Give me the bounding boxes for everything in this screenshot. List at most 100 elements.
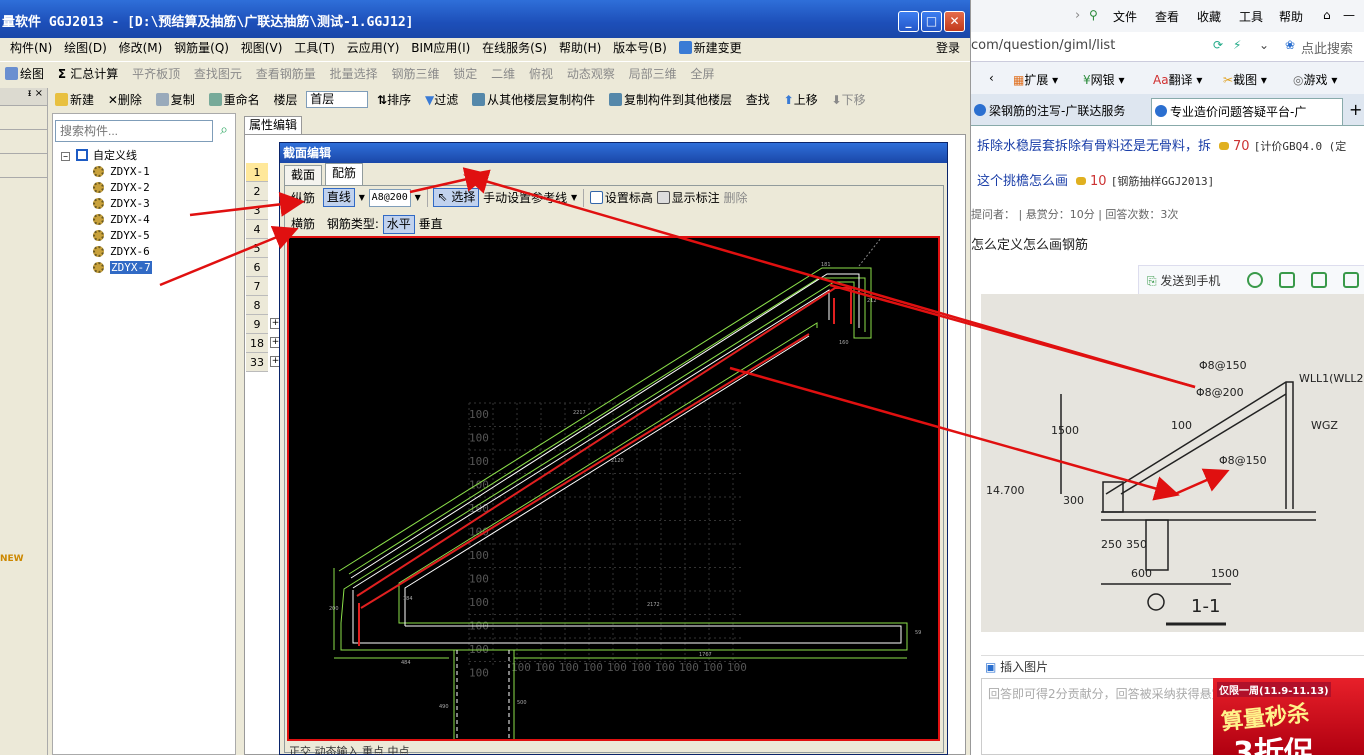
insert-picture-button[interactable]: ▣ 插入图片 — [981, 655, 1364, 677]
grid-row-header[interactable]: 4 — [246, 220, 268, 239]
menu-component[interactable]: 构件(N) — [0, 38, 56, 58]
send-to-phone-button[interactable]: ⎘ 发送到手机 — [1147, 272, 1220, 289]
fav-ebank[interactable]: ¥网银 ▾ — [1083, 71, 1125, 88]
share-icon[interactable] — [1343, 272, 1359, 288]
promo-banner[interactable]: 仅限一周(11.9-11.13) 算量秒杀 3折促 — [1213, 678, 1364, 755]
search-box[interactable]: 点此搜索 — [1301, 38, 1353, 57]
browser-tab[interactable]: 梁钢筋的注写-广联达服务 — [971, 98, 1147, 125]
question-photo[interactable]: Φ8@150 Φ8@200 WLL1(WLL2) 1500 100 WGZ Φ8@150 14… — [981, 294, 1364, 632]
line-mode-button[interactable]: 直线 — [322, 188, 355, 207]
menu-version[interactable]: 版本号(B) — [609, 38, 671, 58]
menu-bim[interactable]: BIM应用(I) — [407, 38, 474, 58]
grid-row-header[interactable]: 7 — [246, 277, 268, 296]
manual-reference-dropdown-icon[interactable]: ▼ — [571, 193, 577, 202]
minimize-icon[interactable]: — — [1343, 8, 1355, 22]
section-drawing-canvas[interactable]: 100 100 100 100 100 100 100 100 100 100 100 100 100 1… — [287, 236, 940, 741]
pane-pin-close[interactable]: ᵻ × — [0, 88, 47, 106]
question-link[interactable]: 这个挑檐怎么画 10 [钢筋抽样GGJ2013] — [977, 170, 1214, 189]
select-button[interactable]: ⇖ 选择 — [433, 188, 480, 207]
menu-tools[interactable]: 工具(T) — [290, 38, 339, 58]
browser-menu-view[interactable]: 查看 — [1155, 8, 1179, 25]
grid-row-header[interactable]: 5 — [246, 239, 268, 258]
tree-item[interactable]: ZDYX-2 — [61, 180, 231, 196]
grid-row-header[interactable]: 2 — [246, 182, 268, 201]
rename-button[interactable]: 重命名 — [204, 88, 265, 112]
move-down-button[interactable]: ⬇下移 — [827, 88, 871, 112]
new-button[interactable]: 新建 — [50, 88, 99, 112]
show-marks-button[interactable]: 显示标注 — [656, 191, 720, 205]
floor-select[interactable]: 首层 — [306, 91, 369, 108]
delete-mark-button[interactable]: 删除 — [724, 191, 748, 205]
grid-row-header[interactable]: 3 — [246, 201, 268, 220]
copy-button[interactable]: 复制 — [151, 88, 200, 112]
menu-modify[interactable]: 修改(M) — [115, 38, 167, 58]
browser-menu-favorites[interactable]: 收藏 — [1197, 8, 1221, 25]
browser-menu-help[interactable]: 帮助 — [1279, 8, 1303, 25]
copy-to-floor-button[interactable]: 复制构件到其他楼层 — [604, 88, 737, 112]
fav-translate[interactable]: Aa翻译 ▾ — [1153, 71, 1202, 88]
dialog-status-bar[interactable]: 正交 动态输入 重点 中点 — [289, 743, 410, 755]
copy-from-floor-button[interactable]: 从其他楼层复制构件 — [467, 88, 600, 112]
view-rebar-button[interactable]: 查看钢筋量 — [251, 62, 321, 86]
fav-screenshot[interactable]: ✂截图 ▾ — [1223, 71, 1267, 88]
tree-item[interactable]: ZDYX-5 — [61, 228, 231, 244]
move-up-button[interactable]: ⬆上移 — [779, 88, 823, 112]
collapse-icon[interactable]: − — [61, 152, 70, 161]
grid-row-header[interactable]: 6 — [246, 258, 268, 277]
browser-menu-tools[interactable]: 工具 — [1239, 8, 1263, 25]
grid-row-header[interactable]: 18 + — [246, 334, 281, 353]
find-element-button[interactable]: 查找图元 — [189, 62, 247, 86]
grid-row-header[interactable]: 33 + — [246, 353, 281, 372]
expand-icon[interactable] — [1279, 272, 1295, 288]
back-icon[interactable]: ‹ — [989, 71, 994, 85]
chevron-icon[interactable]: › — [1075, 8, 1080, 23]
cloud-icon[interactable] — [1247, 272, 1263, 288]
tree-item[interactable]: ZDYX-3 — [61, 196, 231, 212]
flush-slab-button[interactable]: 平齐板顶 — [127, 62, 185, 86]
summary-calc-button[interactable]: Σ 汇总计算 — [53, 62, 123, 86]
orbit-button[interactable]: 动态观察 — [562, 62, 620, 86]
search-icon[interactable]: ⌕ — [215, 122, 233, 140]
close-button[interactable]: ✕ — [944, 11, 965, 32]
fav-games[interactable]: ◎游戏 ▾ — [1293, 71, 1337, 88]
top-view-button[interactable]: 俯视 — [524, 62, 558, 86]
tree-root[interactable]: − 自定义线 — [61, 148, 231, 164]
dropdown-icon[interactable]: ⌄ — [1259, 38, 1269, 52]
draw-button[interactable]: 绘图 — [0, 62, 49, 86]
lock-button[interactable]: 锁定 — [448, 62, 482, 86]
line-mode-dropdown-icon[interactable]: ▼ — [359, 193, 365, 202]
set-elevation-button[interactable]: 设置标高 — [589, 191, 653, 205]
rebar-spec-dropdown-icon[interactable]: ▼ — [415, 193, 421, 202]
menu-view[interactable]: 视图(V) — [237, 38, 287, 58]
browser-tab-active[interactable]: 专业造价问题答疑平台-广 — [1151, 98, 1343, 125]
menu-help[interactable]: 帮助(H) — [555, 38, 605, 58]
tree-item-selected[interactable]: ZDYX-7 — [61, 260, 231, 276]
find-button[interactable]: 查找 — [741, 88, 775, 112]
tree-item[interactable]: ZDYX-4 — [61, 212, 231, 228]
shirt-icon[interactable]: ⌂ — [1323, 8, 1331, 22]
refresh-icon[interactable]: ⟳ — [1213, 38, 1223, 52]
sort-button[interactable]: ⇅排序 — [372, 88, 416, 112]
vertical-button[interactable]: 垂直 — [419, 217, 443, 231]
local-3d-button[interactable]: 局部三维 — [624, 62, 682, 86]
browser-menu-file[interactable]: 文件 — [1113, 8, 1137, 25]
menu-new-change[interactable]: 新建变更 — [675, 38, 746, 58]
lightning-icon[interactable]: ⚡ — [1233, 38, 1241, 52]
horizontal-button[interactable]: 水平 — [382, 215, 415, 234]
menu-draw[interactable]: 绘图(D) — [60, 38, 111, 58]
delete-button[interactable]: ✕删除 — [103, 88, 147, 112]
user-icon[interactable]: ⚲ — [1089, 8, 1098, 22]
minimize-button[interactable]: _ — [898, 11, 919, 32]
menu-cloud[interactable]: 云应用(Y) — [343, 38, 404, 58]
url-input[interactable]: com/question/giml/list — [971, 38, 1115, 53]
grid-row-header[interactable]: 1 — [246, 163, 268, 182]
filter-button[interactable]: ▼过滤 — [420, 88, 463, 112]
new-tab-icon[interactable]: + — [1349, 100, 1362, 119]
menu-online[interactable]: 在线服务(S) — [478, 38, 551, 58]
view-2d-select[interactable]: 二维 — [486, 62, 520, 86]
property-edit-tab[interactable]: 属性编辑 — [244, 116, 302, 134]
login-link[interactable]: 登录 — [932, 38, 964, 58]
grid-row-header[interactable]: 8 — [246, 296, 268, 315]
maximize-button[interactable]: □ — [921, 11, 942, 32]
manual-reference-button[interactable]: 手动设置参考线 — [483, 191, 567, 205]
